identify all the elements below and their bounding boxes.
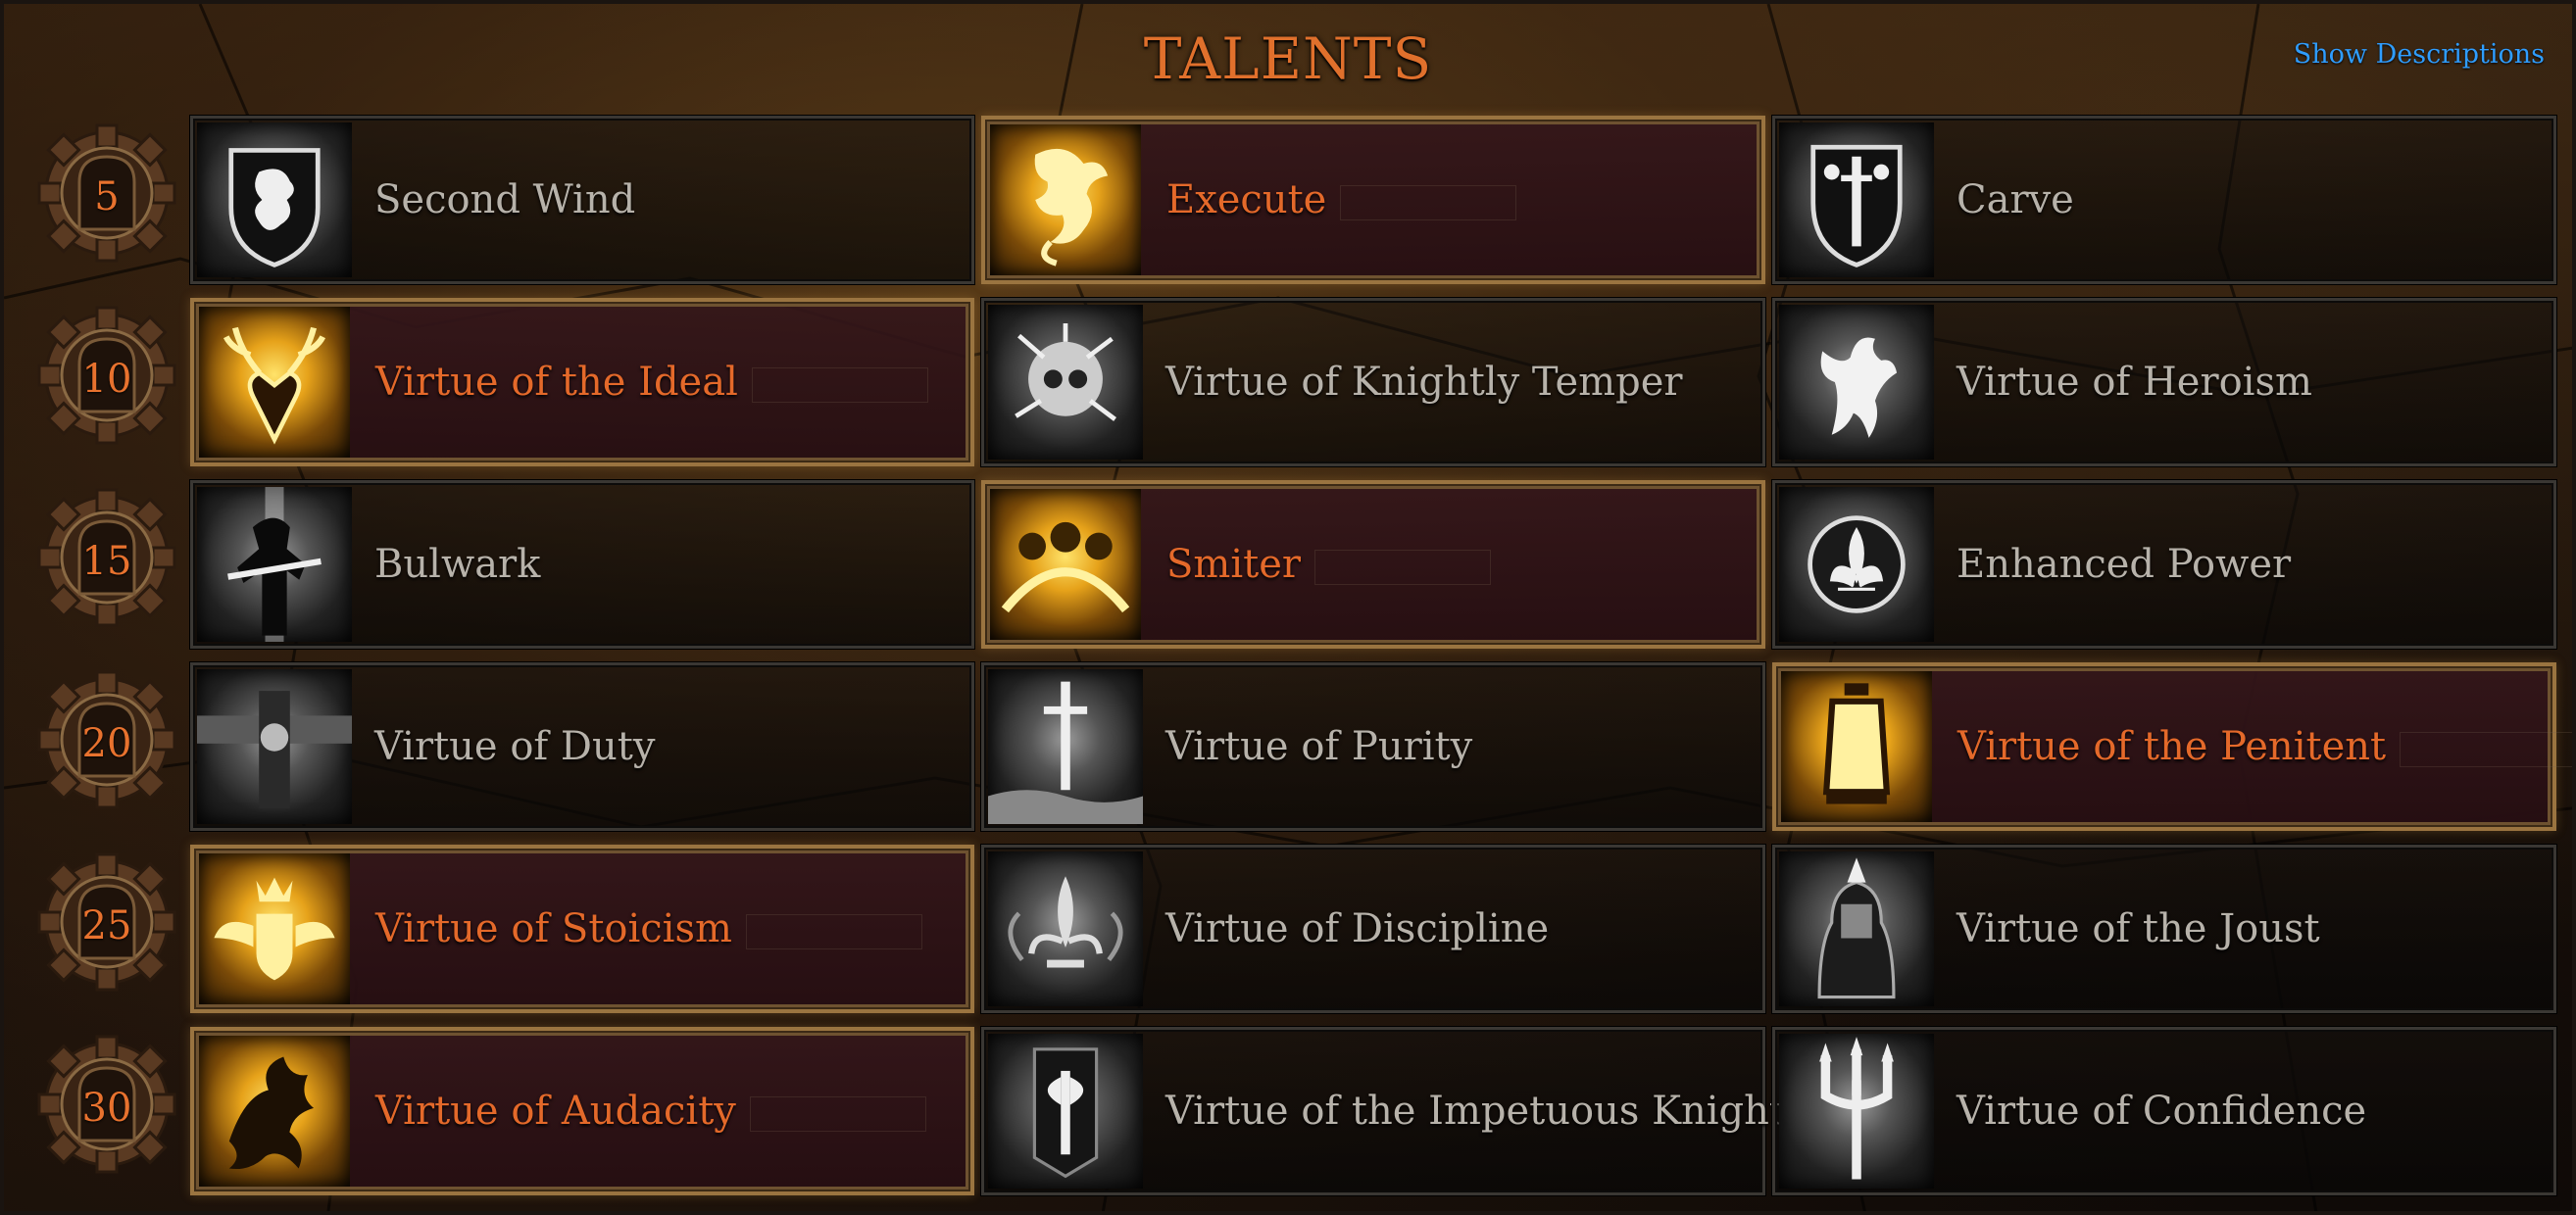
talent-option[interactable]: Virtue of the Joust [1772, 845, 2556, 1013]
show-descriptions-link[interactable]: Show Descriptions [2294, 39, 2545, 70]
talent-option[interactable]: Smiter [981, 480, 1765, 649]
talent-label: Enhanced Power [1957, 542, 2291, 587]
fleur-sword-shield-icon [1779, 122, 1934, 277]
selected-highlight-box [749, 1096, 926, 1132]
shattered-skull-icon [988, 305, 1143, 460]
talent-option[interactable]: Second Wind [190, 116, 974, 284]
talent-label: Virtue of the Penitent [1957, 724, 2572, 769]
level-badge: 5 [33, 120, 180, 267]
talent-name: Virtue of the Joust [1957, 906, 2320, 951]
wyvern-icon [199, 1036, 350, 1187]
talent-option[interactable]: Virtue of Purity [981, 662, 1765, 831]
selected-highlight-box [745, 914, 922, 949]
talent-name: Execute [1166, 177, 1327, 222]
talent-name: Second Wind [374, 177, 636, 222]
fleur-de-lis-orb-icon [1779, 487, 1934, 642]
talent-option[interactable]: Virtue of the Penitent [1772, 662, 2572, 831]
level-number: 15 [81, 539, 132, 584]
trident-icon [1779, 1034, 1934, 1189]
selected-highlight-box [751, 367, 928, 403]
talent-name: Virtue of Duty [374, 724, 656, 769]
talent-option[interactable]: Execute [981, 116, 1765, 284]
talent-option[interactable]: Virtue of Heroism [1772, 298, 2556, 466]
talent-option[interactable]: Virtue of the Ideal [190, 298, 974, 466]
knight-helm-icon [1779, 851, 1934, 1006]
talent-label: Virtue of the Impetuous Knight [1165, 1089, 1785, 1134]
warrior-silhouette-icon [197, 487, 352, 642]
talent-option[interactable]: Carve [1772, 116, 2556, 284]
talent-name: Virtue of Knightly Temper [1165, 360, 1683, 405]
banner-cross-icon [197, 669, 352, 824]
talent-label: Virtue of Audacity [375, 1089, 926, 1134]
level-badge: 25 [33, 849, 180, 996]
talents-screen: TALENTS Show Descriptions 5 10 15 20 25 30 Se… [0, 0, 2576, 1215]
talent-name: Virtue of the Ideal [375, 360, 738, 405]
talent-option[interactable]: Virtue of the Impetuous Knight [981, 1027, 1785, 1195]
talent-name: Virtue of the Impetuous Knight [1165, 1089, 1785, 1134]
stag-head-icon [199, 307, 350, 458]
griffin-icon [1779, 305, 1934, 460]
dragon-icon [990, 124, 1141, 275]
sword-in-water-icon [988, 669, 1143, 824]
talent-option[interactable]: Bulwark [190, 480, 974, 649]
page-title: TALENTS [1143, 25, 1433, 92]
lion-shield-icon [197, 122, 352, 277]
talent-label: Virtue of Knightly Temper [1165, 360, 1682, 405]
talent-option[interactable]: Virtue of Audacity [190, 1027, 974, 1195]
talent-label: Virtue of Duty [374, 724, 655, 769]
talent-option[interactable]: Virtue of Confidence [1772, 1027, 2556, 1195]
talent-label: Virtue of the Ideal [375, 360, 928, 405]
talent-label: Carve [1957, 177, 2074, 222]
talent-name: Virtue of the Penitent [1957, 724, 2387, 769]
level-number: 25 [81, 903, 132, 948]
axe-banner-icon [988, 1034, 1143, 1189]
level-badge: 10 [33, 302, 180, 449]
talent-name: Virtue of Heroism [1957, 360, 2312, 405]
talent-label: Virtue of Heroism [1957, 360, 2312, 405]
lantern-icon [1781, 671, 1932, 822]
talent-option[interactable]: Virtue of Duty [190, 662, 974, 831]
level-number: 10 [81, 357, 132, 402]
winged-fleur-icon [988, 851, 1143, 1006]
talent-label: Bulwark [374, 542, 540, 587]
talent-name: Virtue of Discipline [1165, 906, 1550, 951]
talent-option[interactable]: Virtue of Knightly Temper [981, 298, 1765, 466]
selected-highlight-box [1314, 550, 1491, 585]
talent-label: Virtue of Discipline [1165, 906, 1549, 951]
level-badge: 15 [33, 484, 180, 631]
talent-label: Virtue of Confidence [1957, 1089, 2366, 1134]
talent-name: Carve [1957, 177, 2074, 222]
talent-label: Second Wind [374, 177, 635, 222]
talent-label: Virtue of Stoicism [375, 906, 922, 951]
smiting-hooded-figures-icon [990, 489, 1141, 640]
level-badge: 20 [33, 666, 180, 813]
talent-name: Smiter [1166, 542, 1301, 587]
selected-highlight-box [1340, 185, 1517, 220]
talent-option[interactable]: Virtue of Stoicism [190, 845, 974, 1013]
talent-label: Execute [1166, 177, 1517, 222]
talent-option[interactable]: Enhanced Power [1772, 480, 2556, 649]
talent-option[interactable]: Virtue of Discipline [981, 845, 1765, 1013]
talent-label: Smiter [1166, 542, 1491, 587]
talent-label: Virtue of the Joust [1957, 906, 2320, 951]
selected-highlight-box [2400, 732, 2572, 767]
talent-name: Virtue of Purity [1165, 724, 1473, 769]
talent-name: Bulwark [374, 542, 541, 587]
level-number: 20 [81, 721, 132, 766]
level-badge: 30 [33, 1031, 180, 1178]
talent-name: Virtue of Confidence [1957, 1089, 2367, 1134]
level-number: 30 [81, 1086, 132, 1131]
talent-name: Virtue of Stoicism [375, 906, 732, 951]
talent-name: Enhanced Power [1957, 542, 2292, 587]
talent-name: Virtue of Audacity [375, 1089, 736, 1134]
level-number: 5 [94, 174, 120, 219]
talent-label: Virtue of Purity [1165, 724, 1472, 769]
crowned-winged-shield-icon [199, 853, 350, 1004]
